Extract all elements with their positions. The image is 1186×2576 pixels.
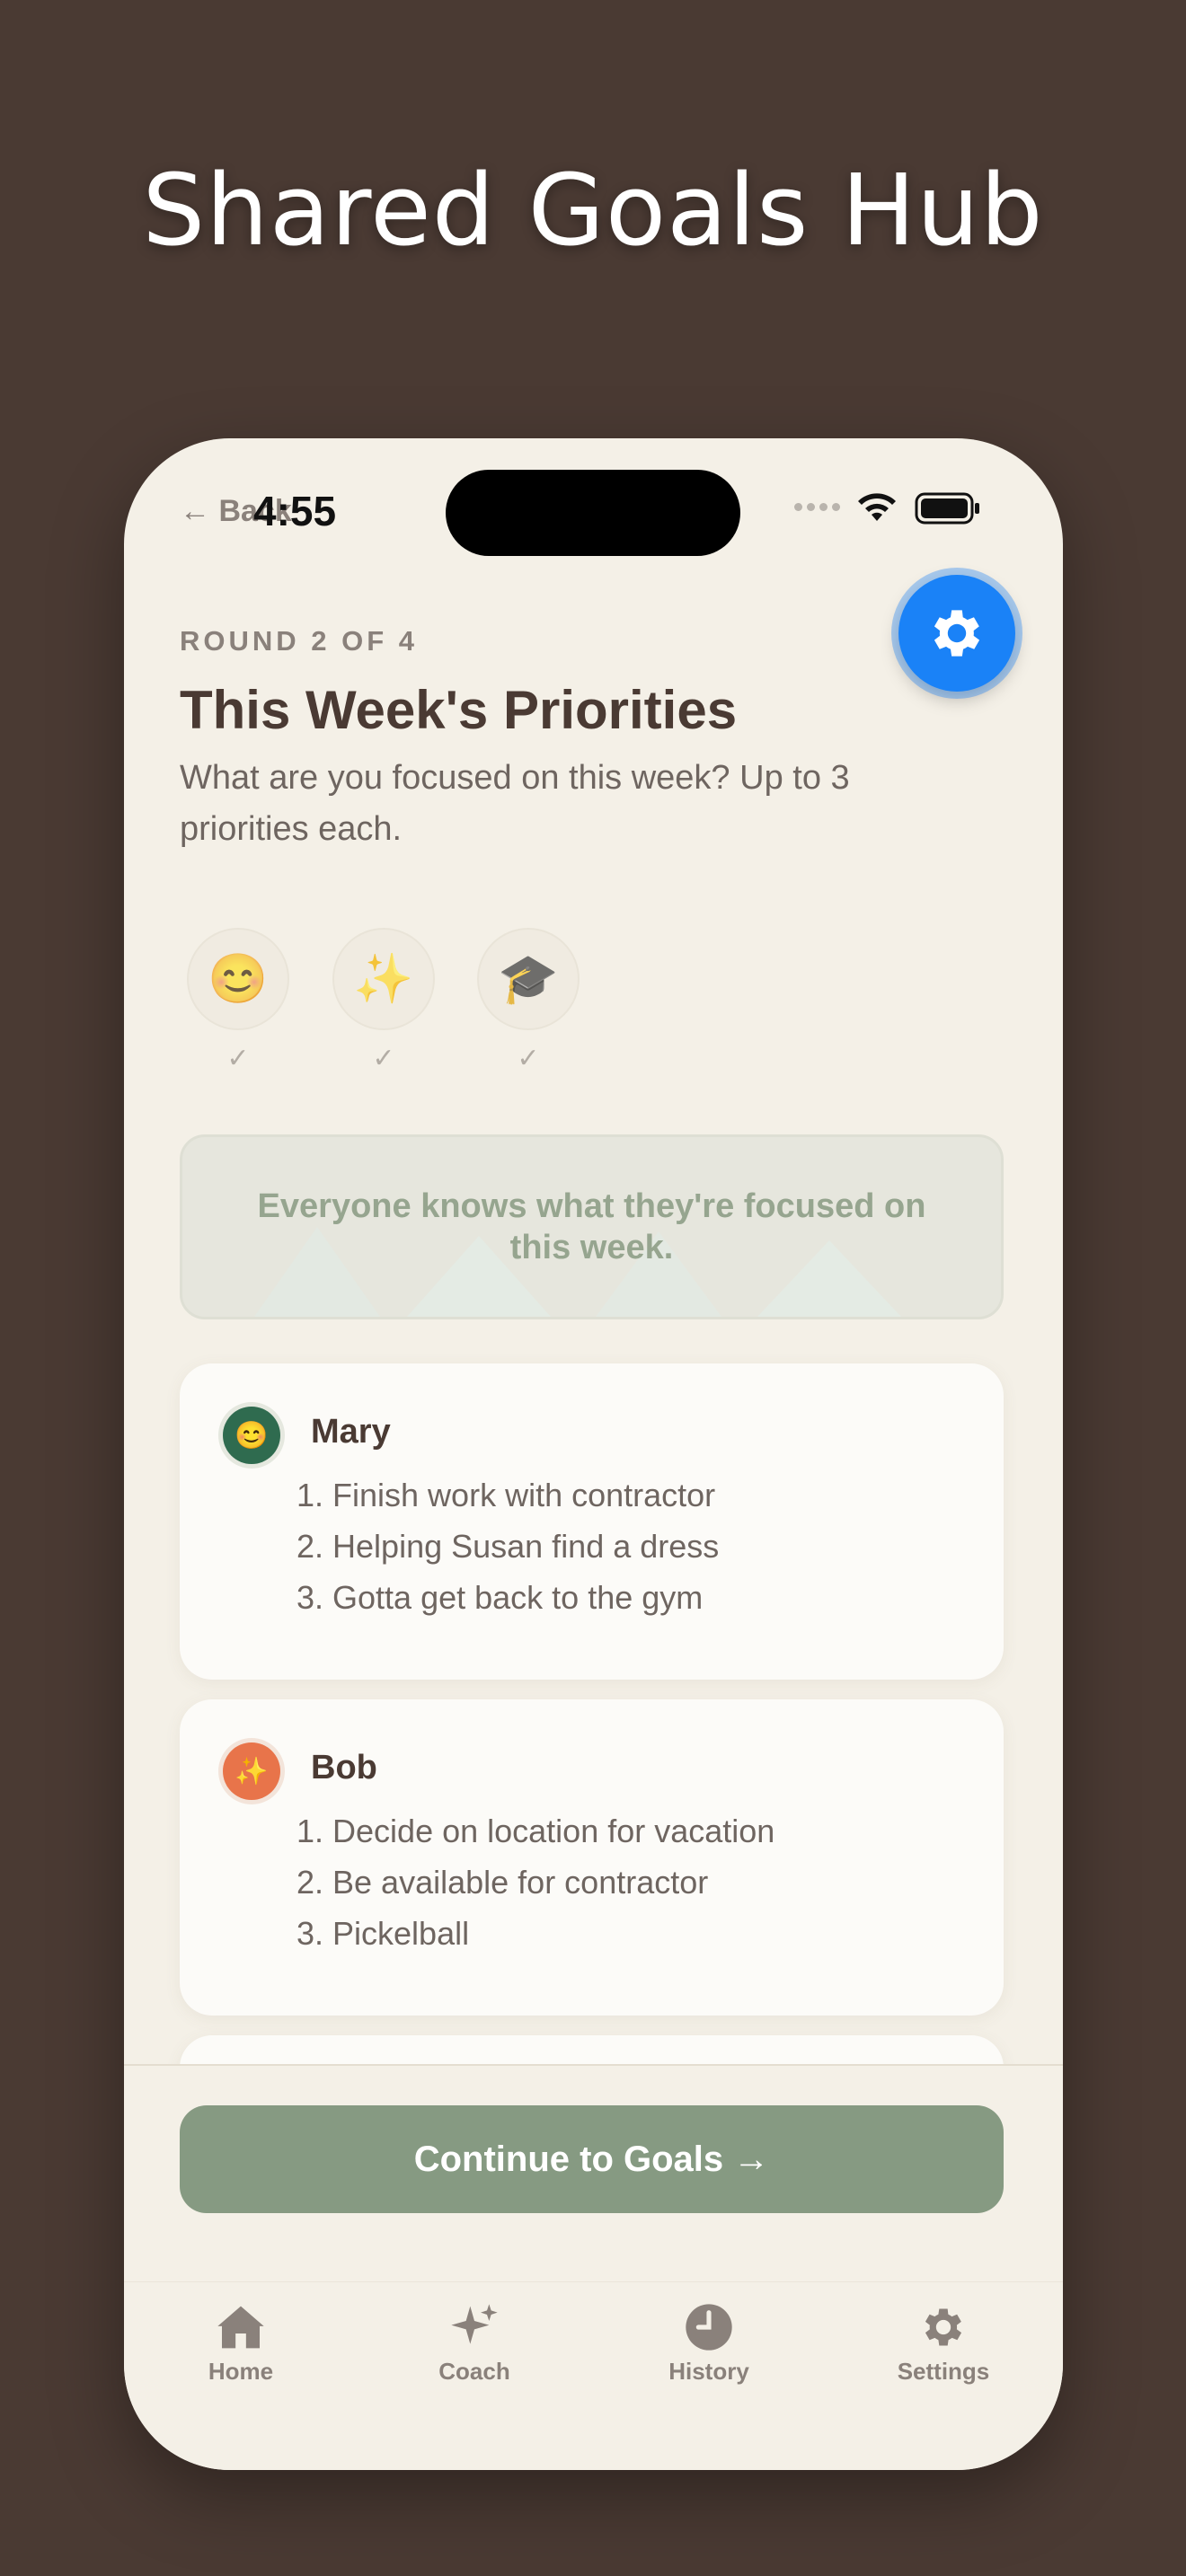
round-label: ROUND 2 OF 4 xyxy=(180,625,419,657)
participant-avatar: ✨ xyxy=(332,928,435,1030)
phone-screen: ← Back 4:55 ROUND 2 OF 4 This Week's Pri… xyxy=(124,438,1063,2470)
list-item: 3. Gotta get back to the gym xyxy=(296,1579,704,1616)
participant-status-2: ✨ ✓ xyxy=(332,928,435,1074)
clock-icon xyxy=(686,2304,732,2351)
priority-card: ✨ Bob 1. Decide on location for vacation… xyxy=(180,1699,1004,2016)
wifi-icon xyxy=(855,490,898,527)
gear-icon xyxy=(934,610,980,657)
priority-card: 😊 Mary 1. Finish work with contractor 2.… xyxy=(180,1363,1004,1680)
hero-title: Shared Goals Hub xyxy=(142,153,1044,268)
sparkle-icon: ✨ xyxy=(235,1756,269,1786)
member-name: Bob xyxy=(311,1749,377,1786)
tab-settings[interactable]: Settings xyxy=(863,2300,1024,2386)
tab-label: Settings xyxy=(897,2358,990,2385)
member-name: Mary xyxy=(311,1413,391,1451)
tab-label: Home xyxy=(208,2358,274,2385)
tab-label: History xyxy=(668,2358,749,2385)
list-item: 1. Decide on location for vacation xyxy=(296,1813,775,1849)
priority-list: 1. Finish work with contractor 2. Helpin… xyxy=(296,1469,719,1623)
list-item: 3. Pickelball xyxy=(296,1915,470,1952)
participant-status-3: 🎓 ✓ xyxy=(477,928,580,1074)
avatar: ✨ xyxy=(223,1742,280,1800)
battery-icon xyxy=(915,492,981,529)
sparkle-icon xyxy=(451,2304,498,2344)
status-time: 4:55 xyxy=(253,488,337,534)
list-item: 1. Finish work with contractor xyxy=(296,1477,716,1513)
list-item: 2. Be available for contractor xyxy=(296,1864,709,1901)
check-icon: ✓ xyxy=(517,1044,540,1073)
tab-coach[interactable]: Coach xyxy=(394,2300,555,2386)
check-icon: ✓ xyxy=(372,1044,395,1073)
bottom-action-area: Continue to Goals → Home Coach History S… xyxy=(124,2064,1063,2470)
page-title: This Week's Priorities xyxy=(180,680,738,740)
dynamic-island xyxy=(446,470,740,556)
home-icon xyxy=(217,2306,264,2349)
participant-avatar: 😊 xyxy=(187,928,289,1030)
completion-banner: Everyone knows what they're focused on t… xyxy=(180,1134,1004,1319)
smile-icon: 😊 xyxy=(235,1420,269,1451)
page-subtitle: What are you focused on this week? Up to… xyxy=(180,759,850,848)
participant-avatar: 🎓 xyxy=(477,928,580,1030)
banner-text: Everyone knows what they're focused on t… xyxy=(257,1187,926,1266)
tab-label: Coach xyxy=(438,2358,510,2385)
settings-fab-button[interactable] xyxy=(898,575,1015,692)
priority-list: 1. Decide on location for vacation 2. Be… xyxy=(296,1805,774,1959)
tab-history[interactable]: History xyxy=(628,2300,790,2386)
gear-icon xyxy=(925,2308,962,2346)
participant-status-1: 😊 ✓ xyxy=(187,928,289,1074)
tab-bar: Home Coach History Settings xyxy=(124,2281,1063,2408)
avatar: 😊 xyxy=(223,1407,280,1464)
tab-home[interactable]: Home xyxy=(160,2300,322,2386)
check-icon: ✓ xyxy=(226,1044,250,1073)
cellular-signal-icon xyxy=(794,503,840,511)
list-item: 2. Helping Susan find a dress xyxy=(296,1528,720,1565)
continue-button[interactable]: Continue to Goals → xyxy=(180,2105,1004,2213)
